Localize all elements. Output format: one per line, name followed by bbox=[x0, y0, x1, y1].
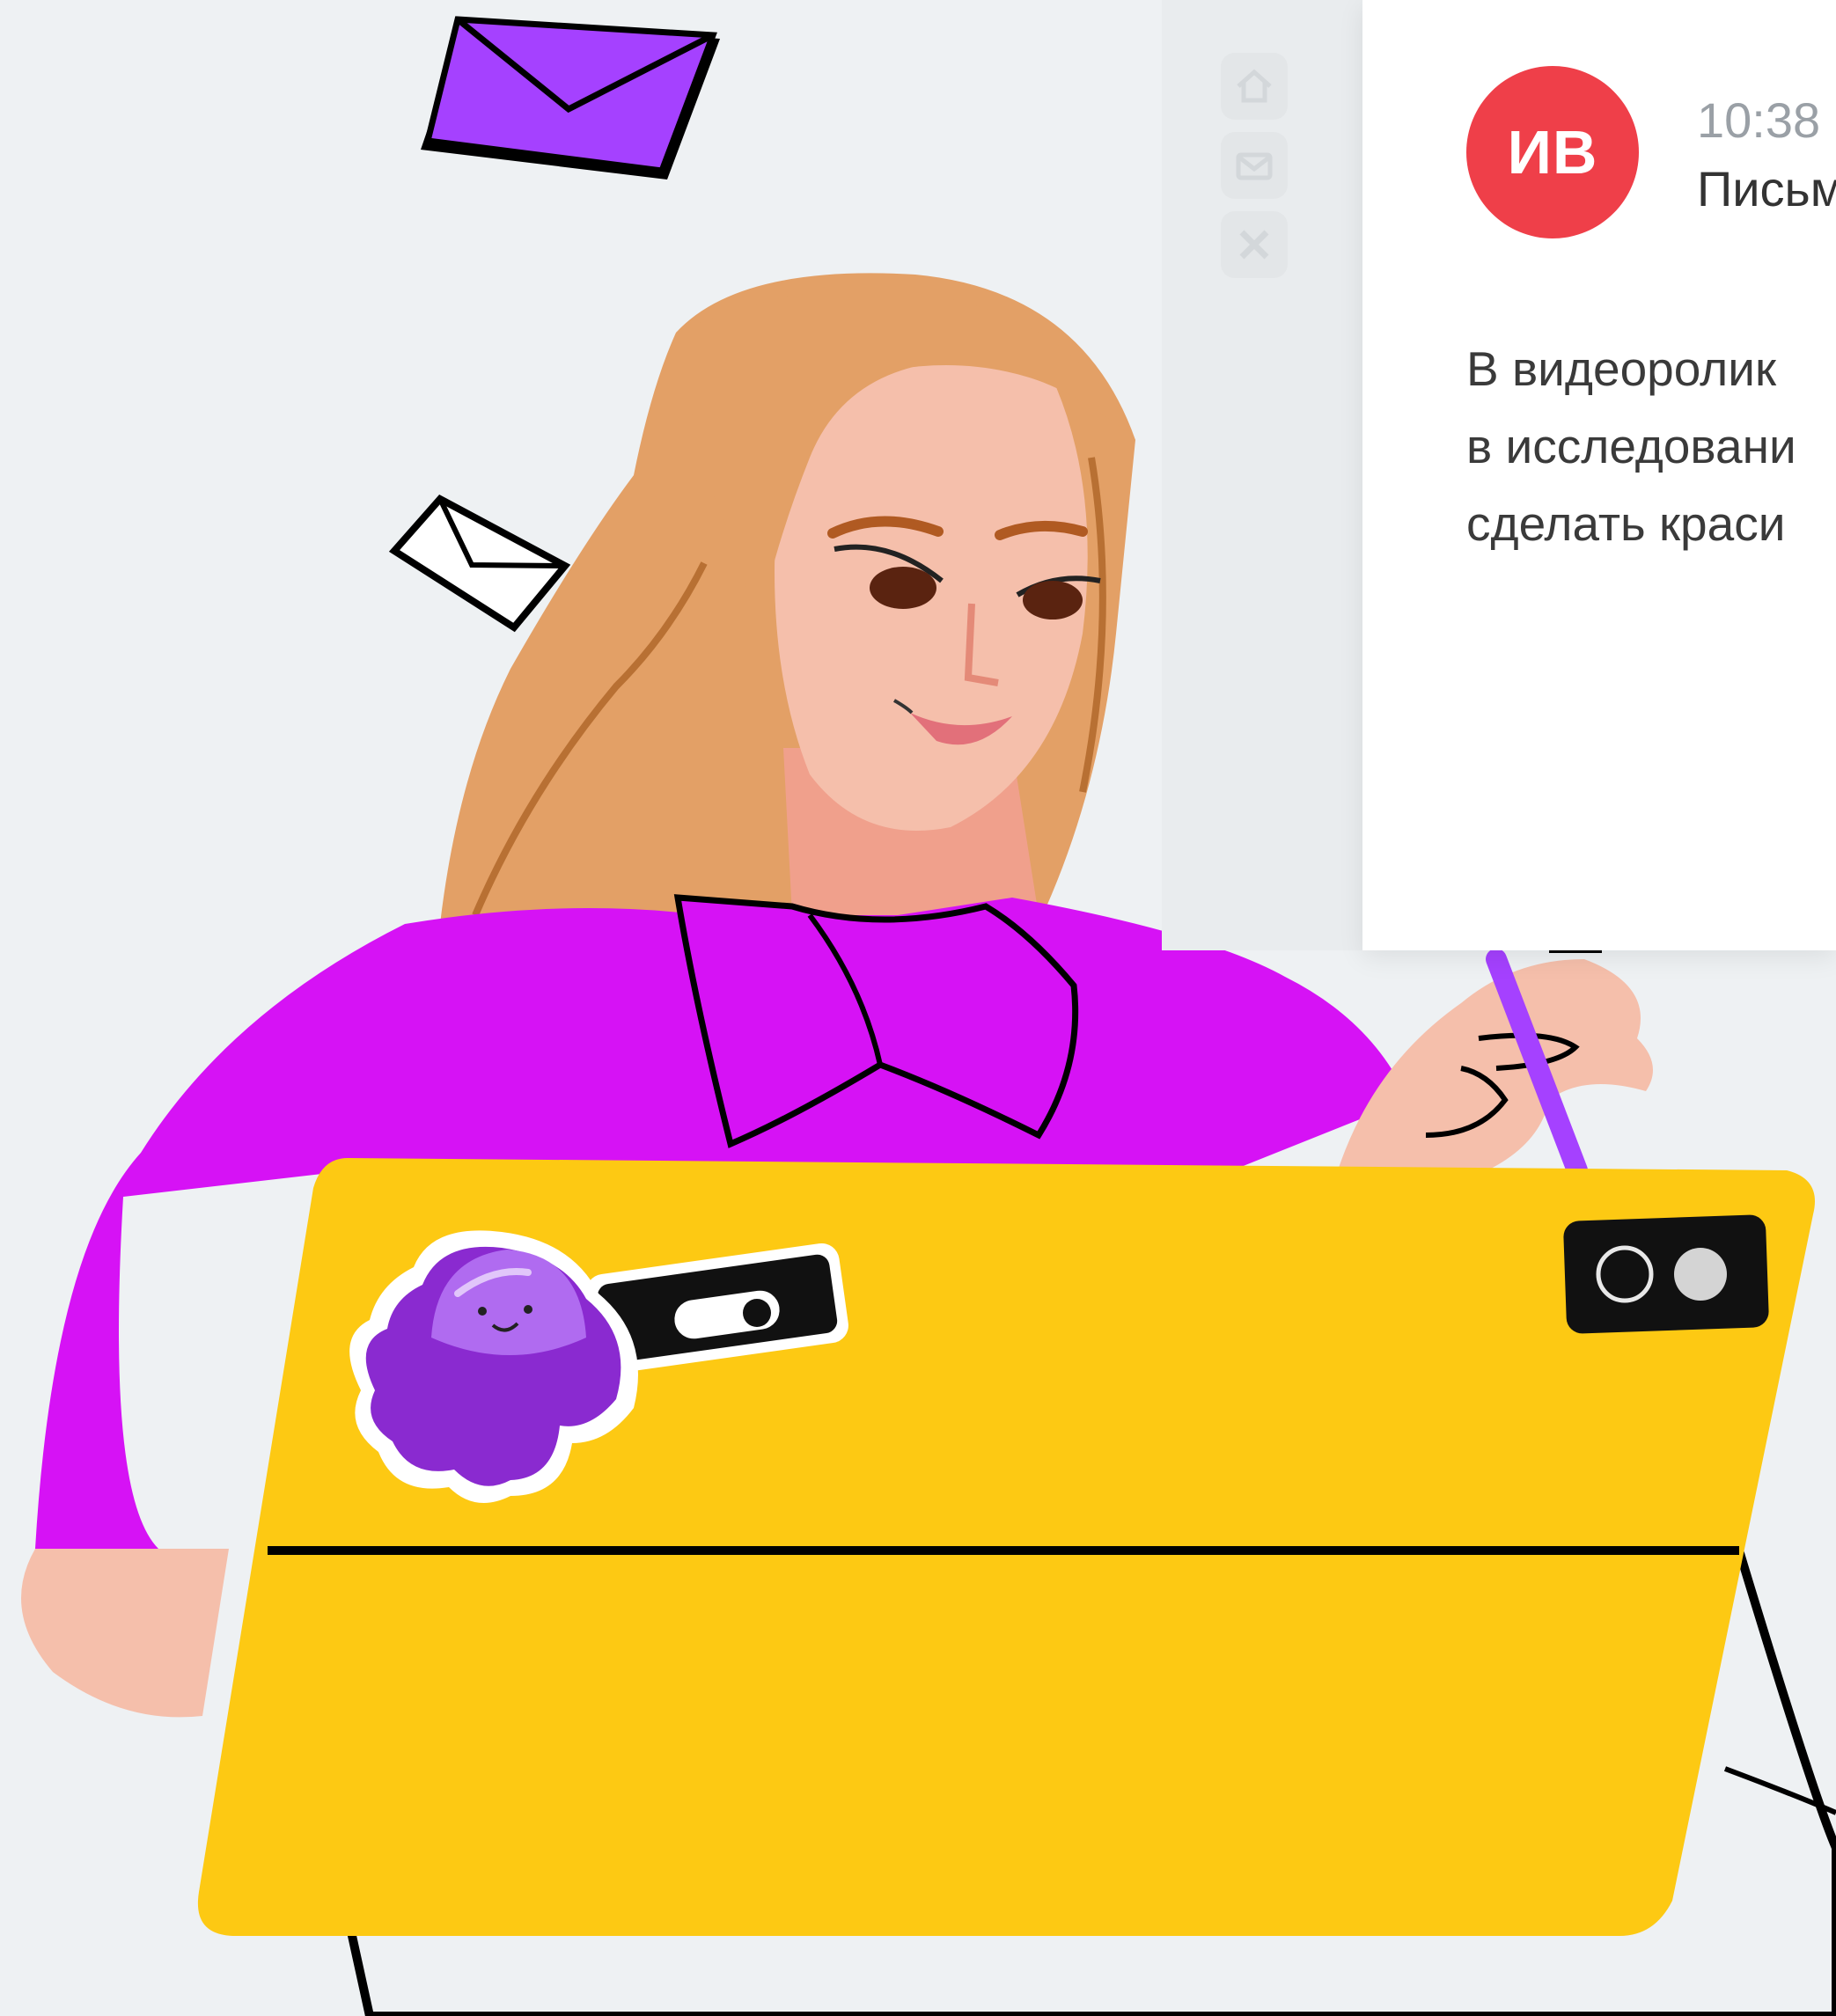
email-body: В видеоролик в исследовани сделать краси bbox=[1466, 330, 1836, 562]
purple-envelope-icon bbox=[421, 16, 720, 180]
close-button[interactable] bbox=[1221, 211, 1288, 278]
avatar: ИВ bbox=[1466, 66, 1639, 238]
email-body-line: сделать краси bbox=[1466, 496, 1786, 551]
close-icon bbox=[1239, 230, 1269, 260]
email-body-line: в исследовани bbox=[1466, 419, 1796, 473]
mail-button[interactable] bbox=[1221, 132, 1288, 199]
email-time: 10:38 bbox=[1697, 92, 1821, 148]
mail-icon bbox=[1236, 152, 1273, 180]
home-icon bbox=[1237, 69, 1272, 103]
outline-envelope-icon bbox=[388, 494, 571, 633]
email-body-line: В видеоролик bbox=[1466, 341, 1777, 396]
home-button[interactable] bbox=[1221, 53, 1288, 120]
app-sidebar bbox=[1219, 53, 1289, 290]
email-card[interactable]: ИВ 10:38 Письм В видеоролик в исследован… bbox=[1362, 0, 1836, 950]
email-subject: Письм bbox=[1697, 161, 1836, 216]
